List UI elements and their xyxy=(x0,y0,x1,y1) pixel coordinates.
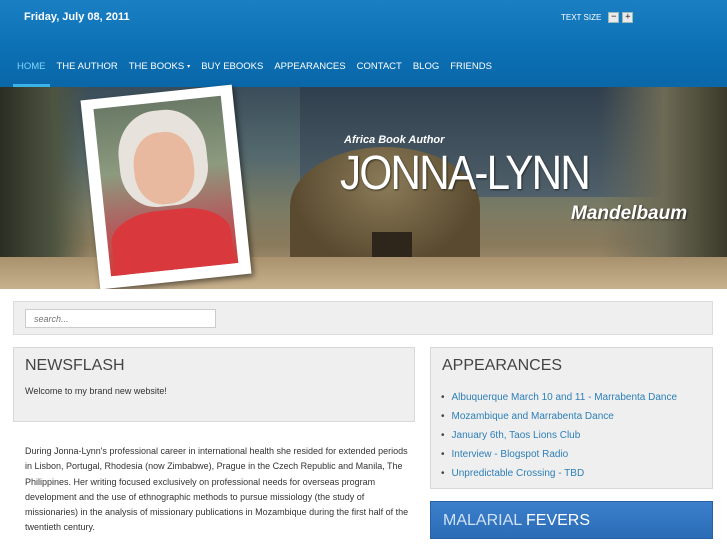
author-bio: During Jonna-Lynn's professional career … xyxy=(25,446,409,533)
text-size-decrease-button[interactable]: − xyxy=(608,12,620,23)
nav-item-label: BUY EBOOKS xyxy=(201,61,264,72)
nav-item-label: APPEARANCES xyxy=(274,61,346,72)
appearance-link[interactable]: January 6th, Taos Lions Club xyxy=(452,426,677,445)
nav-item-the-author[interactable]: THE AUTHOR xyxy=(53,56,122,87)
appearance-link[interactable]: Albuquerque March 10 and 11 - Marrabenta… xyxy=(452,388,678,407)
nav-item-label: FRIENDS xyxy=(450,61,492,72)
banner-subtitle: Africa Book Author xyxy=(344,134,445,146)
search-input[interactable] xyxy=(25,309,216,328)
banner-author-surname: Mandelbaum xyxy=(571,203,688,224)
nav-item-friends[interactable]: FRIENDS xyxy=(446,56,496,87)
text-size-label: TEXT SIZE xyxy=(561,13,602,22)
author-photo-image xyxy=(93,95,239,277)
nav-item-buy-ebooks[interactable]: BUY EBOOKS xyxy=(197,56,267,87)
malarial-title-part1: MALARIAL xyxy=(443,512,522,529)
appearance-link[interactable]: Unpredictable Crossing - TBD xyxy=(452,464,677,483)
author-photo xyxy=(80,84,252,290)
text-size-control: TEXT SIZE − + xyxy=(561,12,634,23)
newsflash-message: Welcome to my brand new website! xyxy=(25,386,167,396)
nav-item-blog[interactable]: BLOG xyxy=(409,56,443,87)
nav-item-label: BLOG xyxy=(412,61,440,72)
appearances-panel: APPEARANCES Albuquerque March 10 and 11 … xyxy=(430,347,713,489)
nav-item-label: THE BOOKS xyxy=(128,61,185,72)
nav-item-the-books[interactable]: THE BOOKS ▾ xyxy=(125,56,194,87)
author-shirt xyxy=(108,203,236,277)
chevron-down-icon: ▾ xyxy=(187,63,191,70)
text-size-increase-button[interactable]: + xyxy=(622,12,634,23)
nav-item-label: HOME xyxy=(17,61,46,72)
banner-author-name: JONNA-LYNN xyxy=(340,147,591,200)
appearances-list: Albuquerque March 10 and 11 - Marrabenta… xyxy=(452,388,678,483)
nav-item-appearances[interactable]: APPEARANCES xyxy=(270,56,349,87)
malarial-fevers-title: MALARIAL FEVERS xyxy=(443,512,590,530)
current-date: Friday, July 08, 2011 xyxy=(24,11,130,23)
main-nav: HOME THE AUTHOR THE BOOKS ▾ BUY EBOOKS AP… xyxy=(13,56,499,87)
nav-item-contact[interactable]: CONTACT xyxy=(353,56,406,87)
newsflash-panel: NEWSFLASH Welcome to my brand new websit… xyxy=(13,347,415,422)
search-bar xyxy=(13,301,713,335)
nav-item-home[interactable]: HOME xyxy=(13,56,50,87)
appearance-link[interactable]: Interview - Blogspot Radio xyxy=(452,445,677,464)
nav-item-label: THE AUTHOR xyxy=(56,61,118,72)
malarial-fevers-panel: MALARIAL FEVERS xyxy=(430,501,713,539)
appearances-title: APPEARANCES xyxy=(442,357,563,374)
appearance-link[interactable]: Mozambique and Marrabenta Dance xyxy=(452,407,677,426)
malarial-title-part2: FEVERS xyxy=(526,512,591,529)
nav-item-label: CONTACT xyxy=(356,61,402,72)
top-header: Friday, July 08, 2011 TEXT SIZE − + HOME… xyxy=(0,0,727,87)
newsflash-title: NEWSFLASH xyxy=(25,357,125,374)
